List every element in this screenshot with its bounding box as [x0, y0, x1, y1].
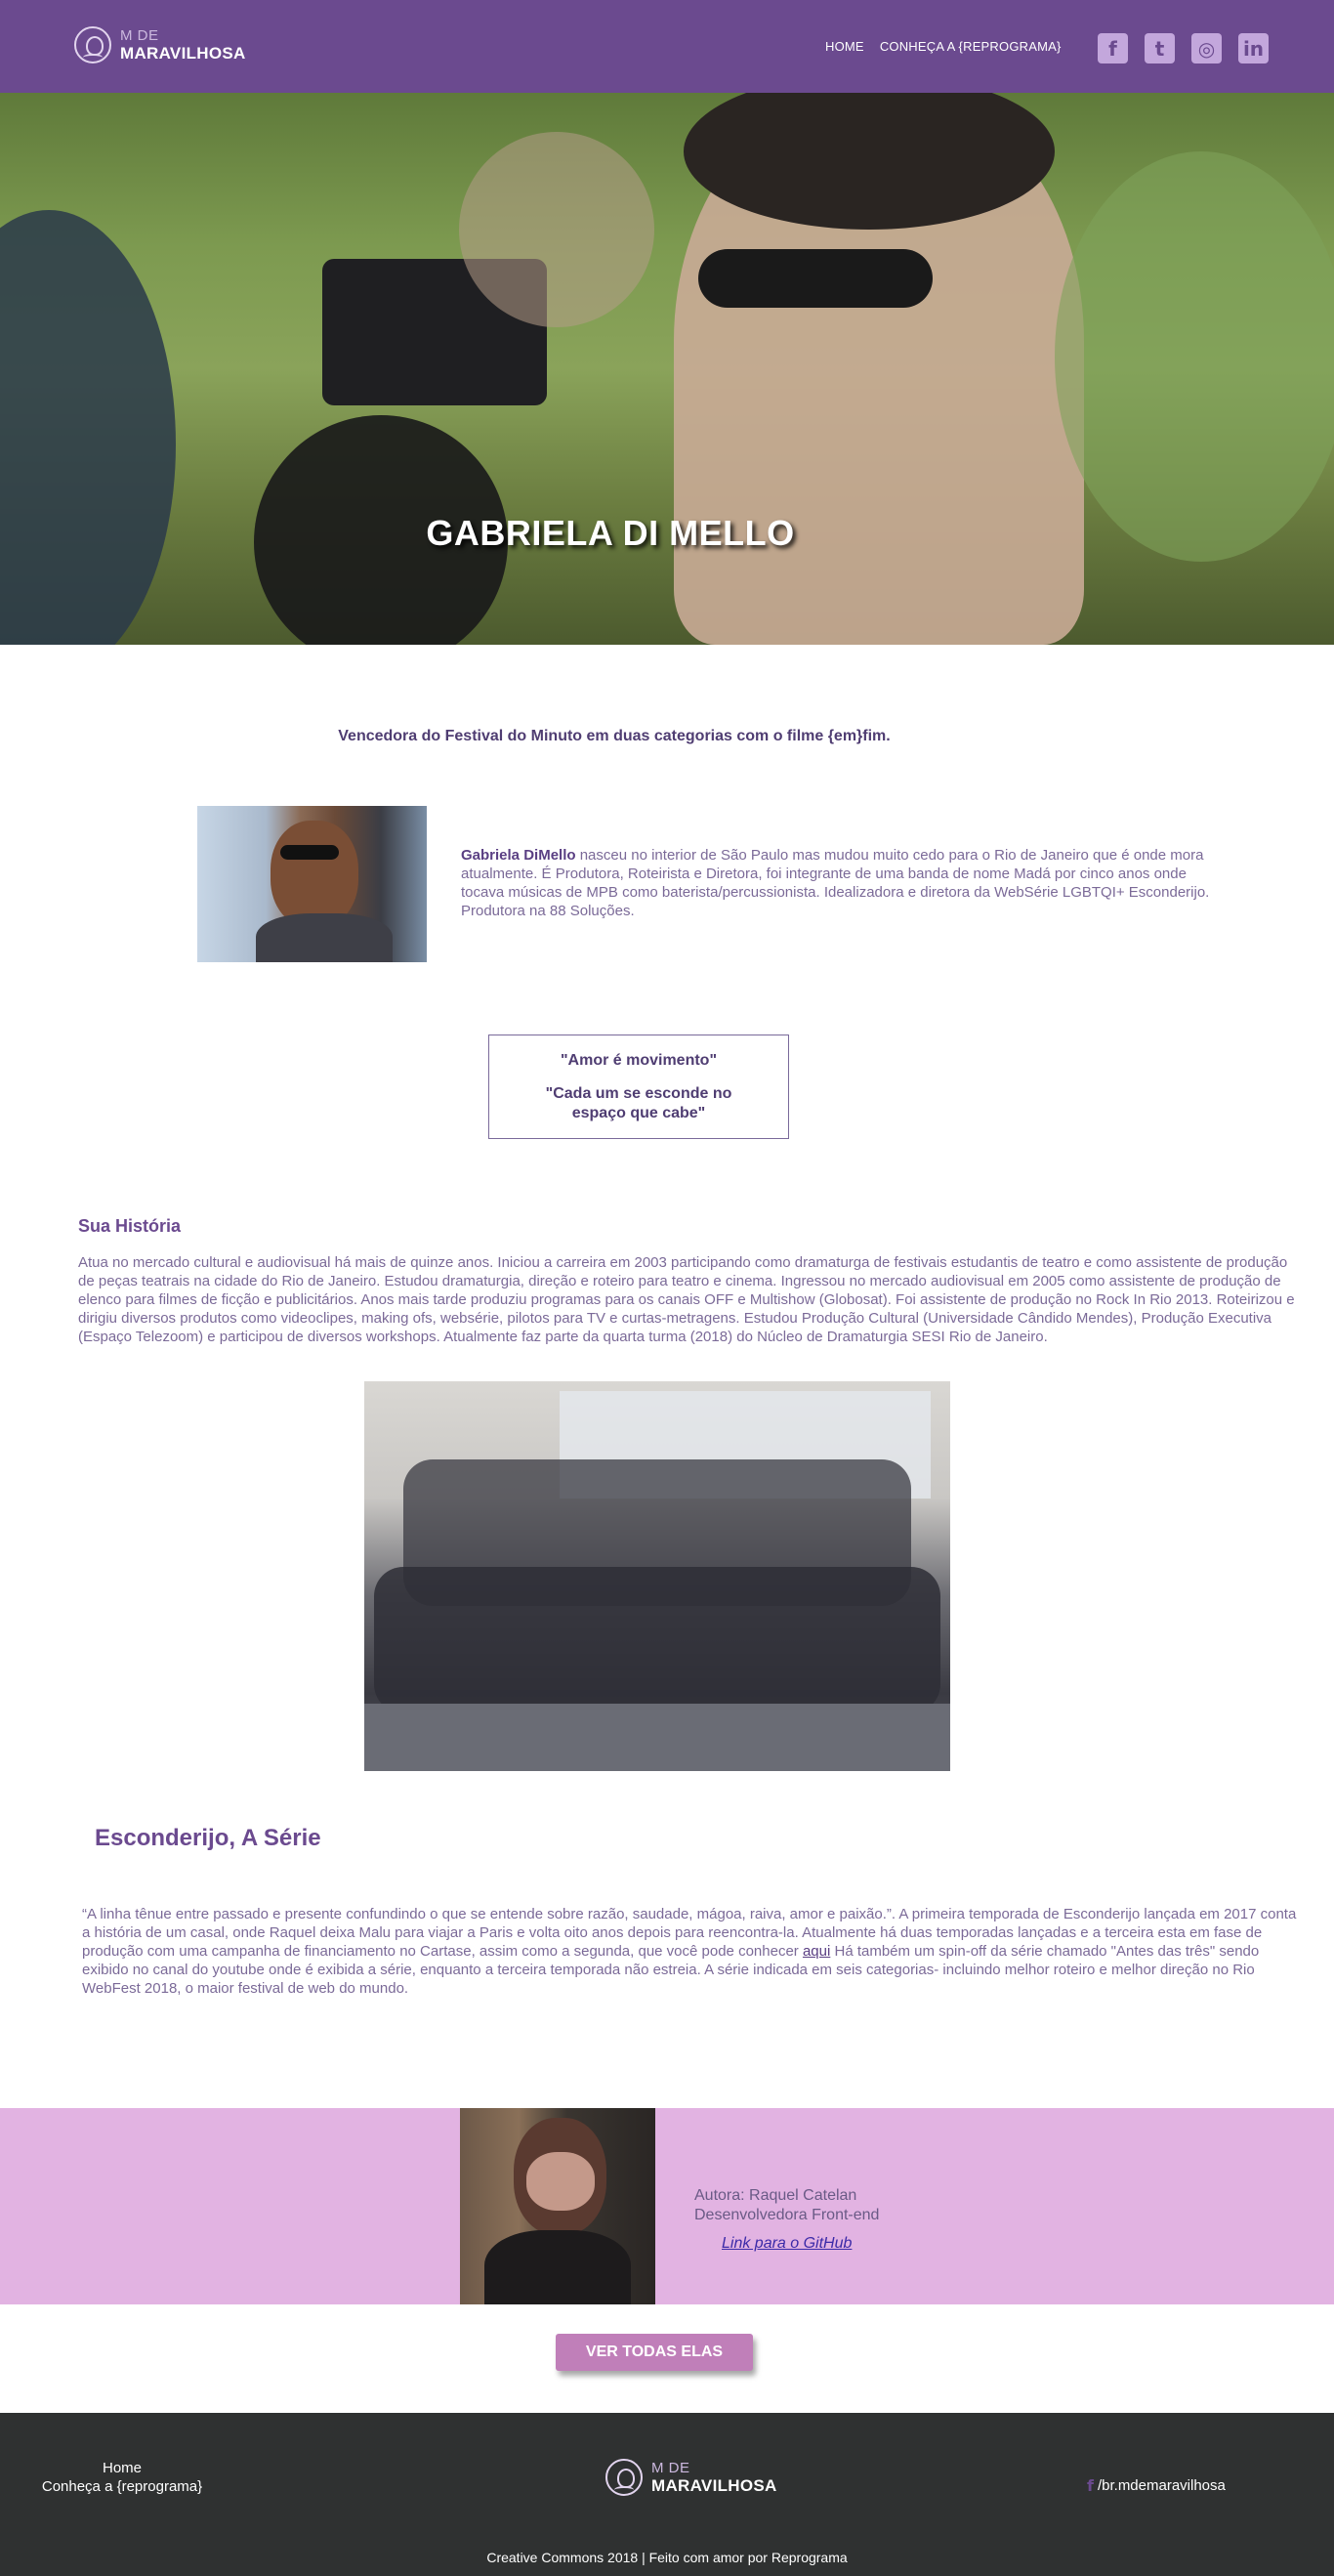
tree-shape — [1055, 151, 1334, 562]
logo-face-icon — [605, 2459, 643, 2496]
linkedin-icon[interactable]: in — [1238, 33, 1269, 63]
ver-todas-button[interactable]: VER TODAS ELAS — [556, 2334, 753, 2371]
footer-link-conheca[interactable]: Conheça a {reprograma} — [39, 2477, 205, 2496]
group-photo-image — [364, 1381, 950, 1771]
author-name: Autora: Raquel Catelan — [694, 2187, 857, 2204]
author-section: Autora: Raquel Catelan Desenvolvedora Fr… — [0, 2108, 1334, 2304]
serie-heading: Esconderijo, A Série — [95, 1825, 321, 1851]
hero-blur-shape — [0, 210, 176, 645]
historia-paragraph: Atua no mercado cultural e audiovisual h… — [78, 1254, 1295, 1345]
bio-paragraph: Gabriela DiMello nasceu no interior de S… — [461, 846, 1223, 920]
logo-text-bottom: MARAVILHOSA — [120, 44, 246, 63]
gabriela-portrait-image — [197, 806, 427, 962]
nav-home[interactable]: HOME — [825, 39, 864, 54]
twitter-icon[interactable]: t — [1145, 33, 1175, 63]
footer-logo[interactable]: M DE MARAVILHOSA — [605, 2459, 777, 2496]
background-person-shape — [459, 132, 654, 327]
quote-two: "Cada um se esconde no espaço que cabe" — [545, 1085, 732, 1121]
author-photo-image — [460, 2108, 655, 2304]
quote-one: "Amor é movimento" — [560, 1052, 718, 1069]
footer-logo-text-bottom: MARAVILHOSA — [651, 2476, 777, 2495]
facebook-icon[interactable]: f — [1098, 33, 1128, 63]
github-link[interactable]: Link para o GitHub — [722, 2235, 852, 2253]
header-logo[interactable]: M DE MARAVILHOSA — [74, 26, 246, 63]
facebook-icon: f — [1087, 2476, 1094, 2495]
footer-logo-text-top: M DE — [651, 2460, 690, 2476]
social-icons: f t ◎ in — [1098, 33, 1269, 63]
author-role: Desenvolvedora Front-end — [694, 2207, 880, 2223]
hero-title: GABRIELA DI MELLO — [426, 513, 795, 553]
main-nav: HOME CONHEÇA A {REPROGRAMA} — [825, 39, 1062, 54]
bio-name: Gabriela DiMello — [461, 847, 576, 864]
sunglasses-shape — [698, 249, 933, 308]
award-subtitle: Vencedora do Festival do Minuto em duas … — [338, 728, 891, 744]
serie-link-aqui[interactable]: aqui — [803, 1943, 830, 1960]
footer-nav: Home Conheça a {reprograma} — [39, 2459, 205, 2496]
quotes-box: "Amor é movimento" "Cada um se esconde n… — [488, 1035, 789, 1139]
footer-social-text: /br.mdemaravilhosa — [1097, 2477, 1226, 2494]
instagram-icon[interactable]: ◎ — [1191, 33, 1222, 63]
hero-banner: GABRIELA DI MELLO — [0, 93, 1334, 645]
footer-link-home[interactable]: Home — [39, 2459, 205, 2477]
serie-paragraph: “A linha tênue entre passado e presente … — [82, 1905, 1307, 1998]
copyright-text: Creative Commons 2018 | Feito com amor p… — [486, 2550, 848, 2565]
footer-facebook-link[interactable]: f /br.mdemaravilhosa — [1087, 2476, 1226, 2495]
site-header: M DE MARAVILHOSA HOME CONHEÇA A {REPROGR… — [0, 0, 1334, 93]
nav-conheca[interactable]: CONHEÇA A {REPROGRAMA} — [880, 39, 1062, 54]
historia-heading: Sua História — [78, 1216, 182, 1236]
logo-text-top: M DE — [120, 27, 159, 44]
logo-face-icon — [74, 26, 111, 63]
site-footer: Home Conheça a {reprograma} M DE MARAVIL… — [0, 2413, 1334, 2576]
